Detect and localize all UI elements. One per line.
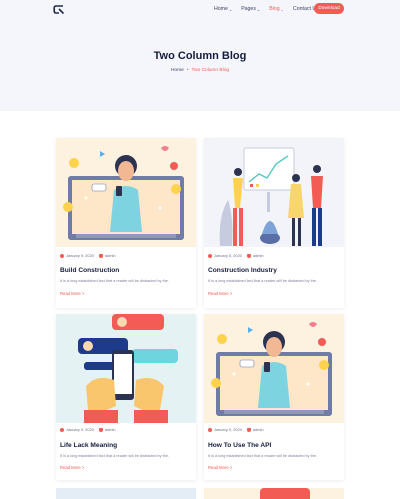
blog-card-partial [204, 488, 344, 499]
nav-item-home[interactable]: Home ⌄ [214, 6, 232, 12]
post-meta: January 9, 2020 admin [60, 427, 116, 432]
user-icon [98, 253, 103, 258]
breadcrumb-home-link[interactable]: Home [171, 68, 184, 73]
chat-bubble-shape [260, 488, 310, 499]
user-icon [246, 253, 251, 258]
team-presenting-illustration [204, 138, 344, 247]
post-image[interactable] [56, 138, 196, 247]
read-more-link[interactable]: Read More > [208, 291, 232, 296]
post-excerpt: It is a long established fact that a rea… [60, 279, 169, 283]
post-excerpt: It is a long established fact that a rea… [208, 279, 317, 283]
post-meta: January 9, 2020 admin [208, 427, 264, 432]
page-title: Two Column Blog [153, 50, 247, 62]
breadcrumb-separator: • [186, 68, 189, 73]
logo[interactable] [53, 4, 65, 15]
blog-card: January 5, 2020 admin Construction Indus… [204, 138, 344, 308]
chevron-down-icon: ⌄ [280, 6, 285, 12]
user-icon [98, 427, 103, 432]
user-icon [246, 427, 251, 432]
nav-item-blog[interactable]: Blog ⌄ [269, 6, 284, 12]
download-button[interactable]: Download [314, 3, 344, 14]
read-more-link[interactable]: Read More > [60, 291, 84, 296]
post-title[interactable]: Build Construction [60, 267, 119, 274]
calendar-icon [60, 427, 64, 432]
post-image[interactable] [204, 138, 344, 247]
blog-card-partial [56, 488, 196, 499]
blog-card: January 9, 2020 admin Build Construction… [56, 138, 196, 308]
post-title[interactable]: Construction Industry [208, 267, 277, 274]
chevron-down-icon: ⌄ [256, 6, 261, 12]
post-meta: January 5, 2020 admin [208, 253, 264, 258]
calendar-icon [208, 427, 212, 432]
calendar-icon [60, 253, 64, 258]
post-meta: January 9, 2020 admin [60, 253, 116, 258]
nav-item-pages[interactable]: Pages ⌄ [241, 6, 260, 12]
breadcrumb: Home • Two Column Blog [0, 68, 400, 73]
calendar-icon [208, 253, 212, 258]
blog-card: January 9, 2020 admin How To Use The API… [204, 314, 344, 480]
post-excerpt: It is a long established fact that a rea… [60, 454, 169, 458]
read-more-link[interactable]: Read More > [60, 465, 84, 470]
post-image[interactable] [204, 314, 344, 423]
hands-holding-phone-illustration [56, 314, 196, 423]
man-on-phone-illustration [204, 314, 344, 423]
post-excerpt: It is a long established fact that a rea… [208, 454, 317, 458]
breadcrumb-current: Two Column Blog [191, 68, 230, 73]
read-more-link[interactable]: Read More > [208, 465, 232, 470]
blog-card: January 9, 2020 admin Life Lack Meaning … [56, 314, 196, 480]
post-title[interactable]: How To Use The API [208, 442, 271, 449]
man-on-phone-illustration [56, 138, 196, 247]
post-image[interactable] [56, 314, 196, 423]
post-title[interactable]: Life Lack Meaning [60, 442, 117, 449]
chevron-down-icon: ⌄ [228, 6, 233, 12]
